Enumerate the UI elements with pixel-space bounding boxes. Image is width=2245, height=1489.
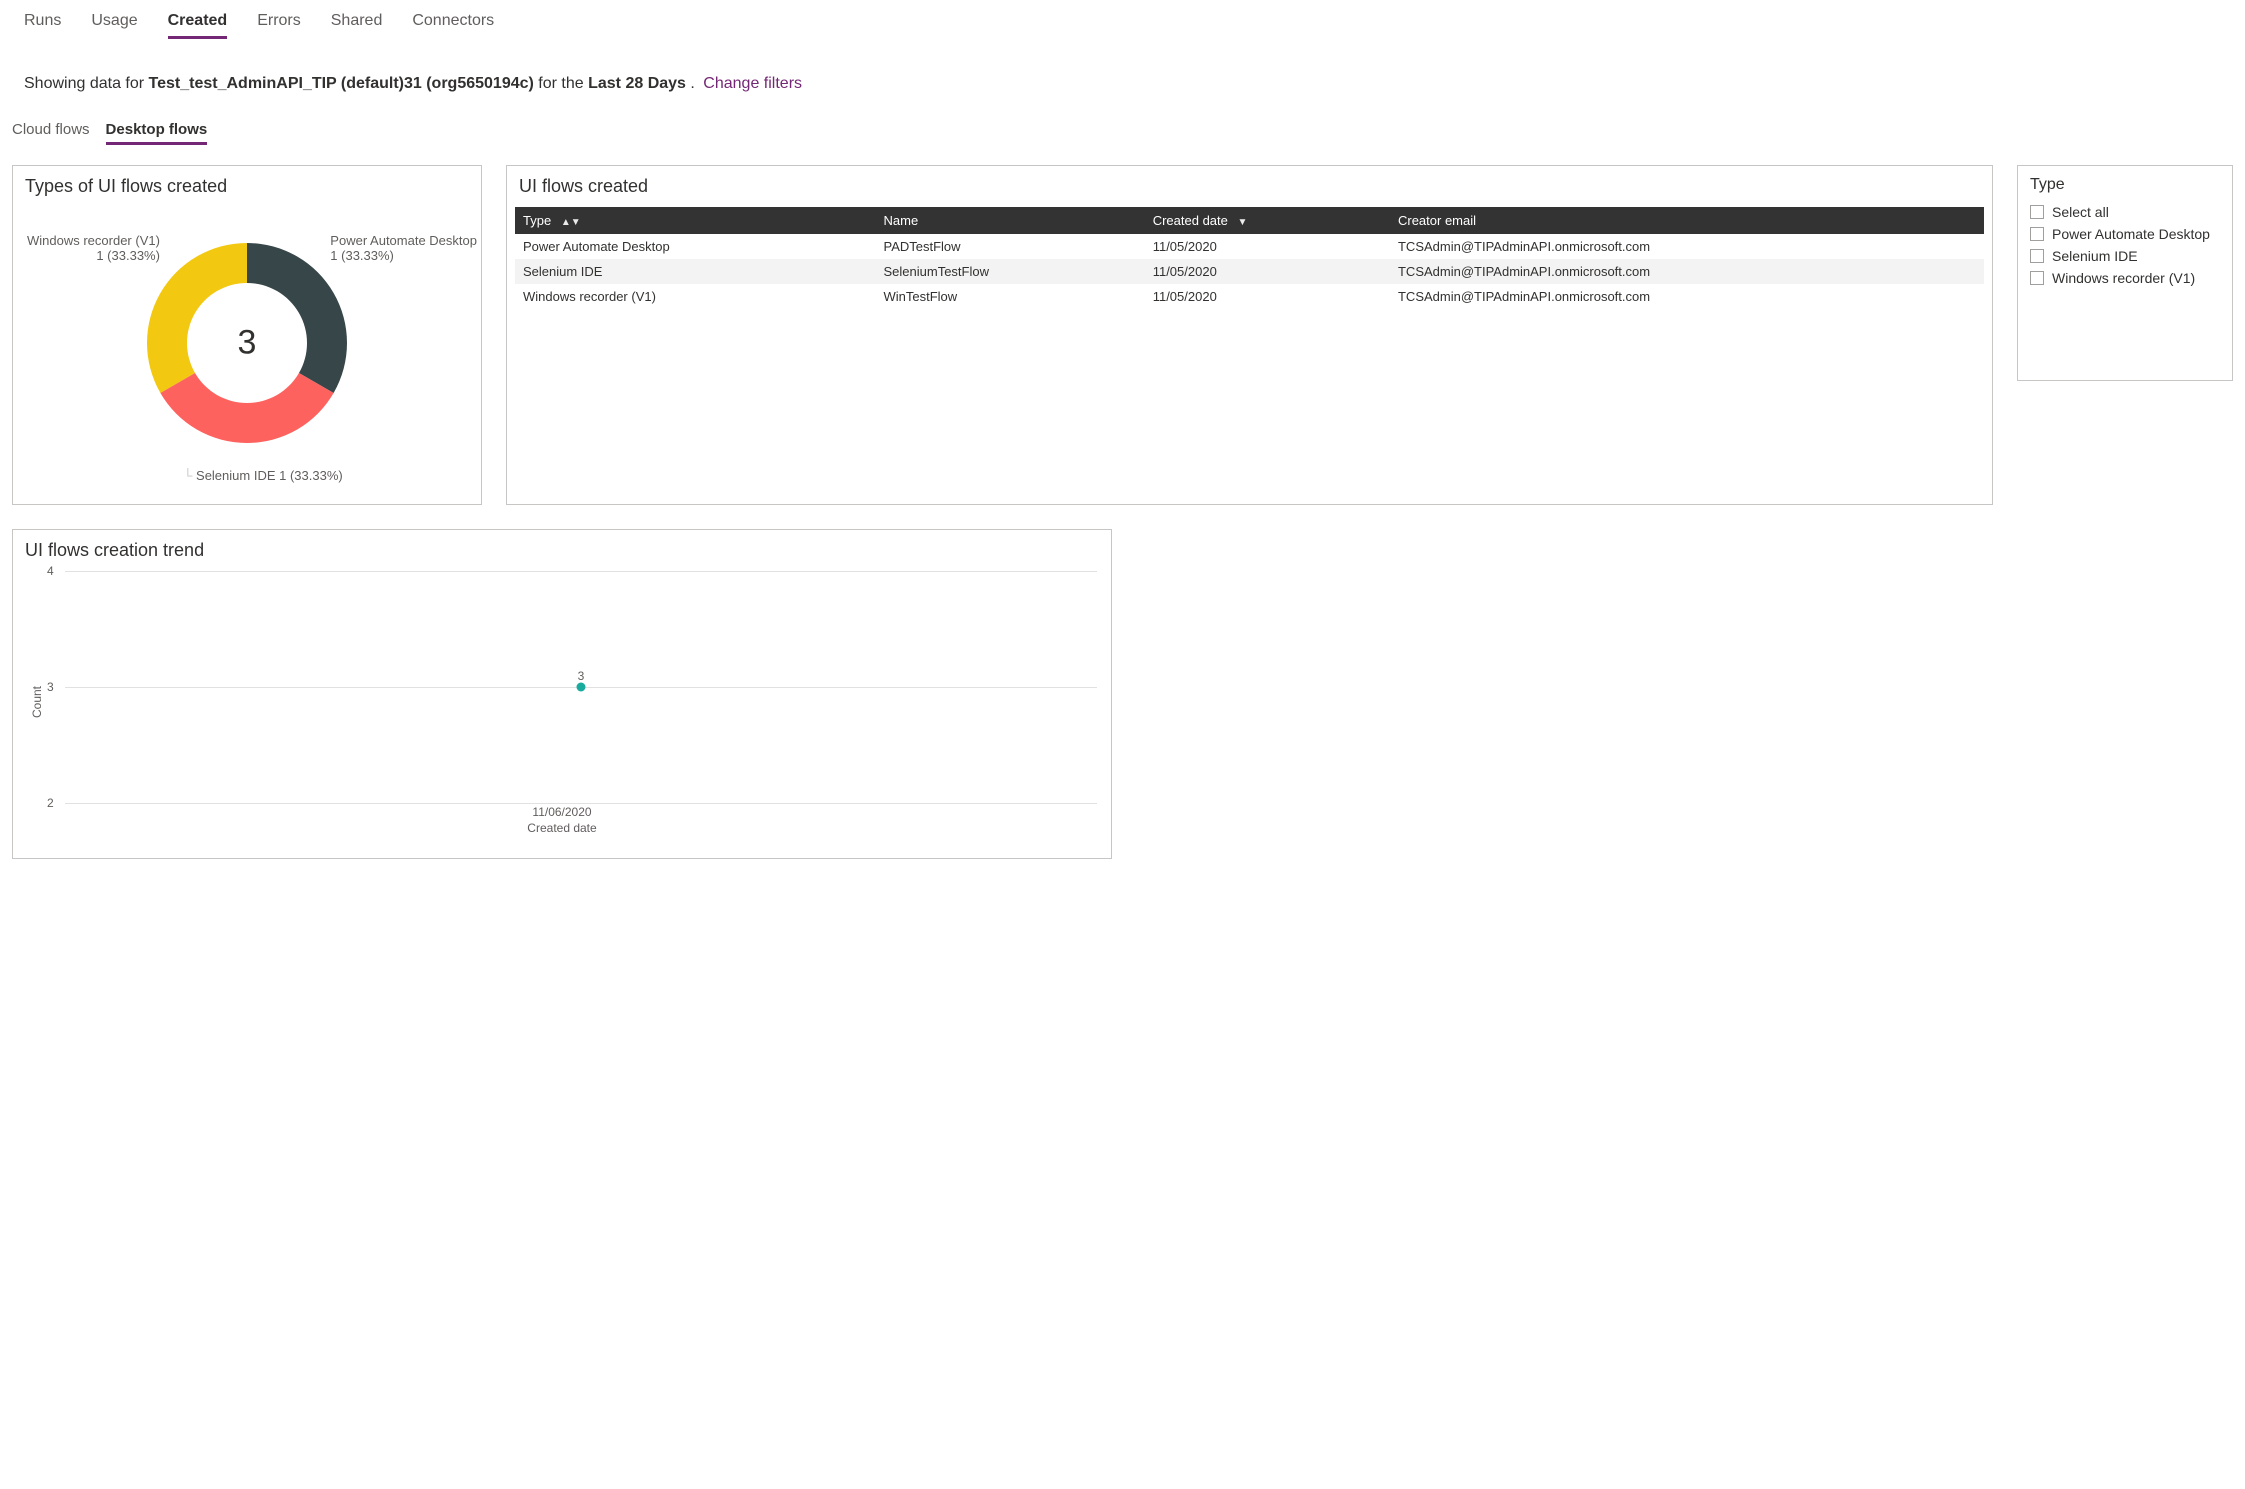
- y-axis-label: Count: [30, 686, 44, 718]
- cell-type: Windows recorder (V1): [515, 284, 876, 309]
- y-tick: 2: [47, 796, 54, 810]
- chevron-down-icon[interactable]: ▼: [1238, 217, 1248, 228]
- trend-title: UI flows creation trend: [13, 530, 1111, 567]
- top-nav-tabs: Runs Usage Created Errors Shared Connect…: [12, 8, 2233, 47]
- donut-label-windows: Windows recorder (V1) 1 (33.33%): [27, 233, 160, 263]
- ui-flows-table: Type ▲▼ Name Created date ▼ Creator emai…: [515, 207, 1984, 309]
- trend-point-label: 3: [578, 669, 585, 683]
- filter-label: Windows recorder (V1): [2052, 270, 2195, 286]
- checkbox-icon[interactable]: [2030, 227, 2044, 241]
- change-filters-link[interactable]: Change filters: [703, 75, 802, 92]
- col-header-type[interactable]: Type ▲▼: [515, 207, 876, 234]
- donut-label-pad: Power Automate Desktop 1 (33.33%): [330, 233, 477, 263]
- checkbox-icon[interactable]: [2030, 205, 2044, 219]
- filter-option-select-all[interactable]: Select all: [2030, 204, 2220, 220]
- donut-center-value: 3: [238, 324, 257, 363]
- table-row[interactable]: Selenium IDE SeleniumTestFlow 11/05/2020…: [515, 259, 1984, 284]
- donut-title: Types of UI flows created: [13, 166, 481, 203]
- cell-date: 11/05/2020: [1145, 284, 1390, 309]
- x-axis-label: Created date: [527, 821, 596, 835]
- y-tick: 4: [47, 564, 54, 578]
- subtab-desktop-flows[interactable]: Desktop flows: [106, 121, 208, 145]
- cell-date: 11/05/2020: [1145, 259, 1390, 284]
- ui-flows-created-card: UI flows created Type ▲▼ Name Created da…: [506, 165, 1993, 505]
- donut-label-selenium: └ Selenium IDE 1 (33.33%): [183, 468, 343, 483]
- cell-date: 11/05/2020: [1145, 234, 1390, 259]
- checkbox-icon[interactable]: [2030, 271, 2044, 285]
- donut-label-selenium-text: Selenium IDE 1 (33.33%): [196, 468, 343, 483]
- tab-connectors[interactable]: Connectors: [412, 12, 494, 39]
- cell-email: TCSAdmin@TIPAdminAPI.onmicrosoft.com: [1390, 234, 1984, 259]
- col-header-created-label: Created date: [1153, 213, 1228, 228]
- table-row[interactable]: Power Automate Desktop PADTestFlow 11/05…: [515, 234, 1984, 259]
- filter-option-selenium[interactable]: Selenium IDE: [2030, 248, 2220, 264]
- gridline: [65, 571, 1097, 572]
- filter-option-pad[interactable]: Power Automate Desktop: [2030, 226, 2220, 242]
- tab-errors[interactable]: Errors: [257, 12, 301, 39]
- summary-middle: for the: [538, 75, 588, 92]
- cell-name: WinTestFlow: [876, 284, 1145, 309]
- flow-type-tabs: Cloud flows Desktop flows: [12, 121, 2233, 151]
- filter-label: Selenium IDE: [2052, 248, 2138, 264]
- cell-email: TCSAdmin@TIPAdminAPI.onmicrosoft.com: [1390, 284, 1984, 309]
- summary-suffix: .: [690, 75, 699, 92]
- donut-label-pad-name: Power Automate Desktop: [330, 233, 477, 248]
- ui-flows-trend-card: UI flows creation trend Count 4 3 2 3 11…: [12, 529, 1112, 859]
- tab-runs[interactable]: Runs: [24, 12, 61, 39]
- x-tick-label: 11/06/2020: [532, 805, 591, 819]
- tab-created[interactable]: Created: [168, 12, 228, 39]
- donut-chart[interactable]: 3 Windows recorder (V1) 1 (33.33%) Power…: [13, 203, 481, 483]
- col-header-type-label: Type: [523, 213, 551, 228]
- cell-type: Power Automate Desktop: [515, 234, 876, 259]
- types-of-ui-flows-card: Types of UI flows created 3 Windows reco…: [12, 165, 482, 505]
- type-filter-card: Type Select all Power Automate Desktop S…: [2017, 165, 2233, 381]
- sort-icon[interactable]: ▲▼: [561, 217, 581, 228]
- table-row[interactable]: Windows recorder (V1) WinTestFlow 11/05/…: [515, 284, 1984, 309]
- col-header-creator-email[interactable]: Creator email: [1390, 207, 1984, 234]
- table-title: UI flows created: [507, 166, 1992, 203]
- summary-period: Last 28 Days: [588, 75, 686, 92]
- summary-text: Showing data for Test_test_AdminAPI_TIP …: [12, 47, 2233, 121]
- col-header-created-date[interactable]: Created date ▼: [1145, 207, 1390, 234]
- trend-plot-area: 4 3 2 3: [65, 571, 1097, 803]
- subtab-cloud-flows[interactable]: Cloud flows: [12, 121, 90, 145]
- tab-shared[interactable]: Shared: [331, 12, 383, 39]
- trend-chart[interactable]: Count 4 3 2 3 11/06/2020 Created date: [13, 567, 1111, 837]
- cell-name: PADTestFlow: [876, 234, 1145, 259]
- col-header-name[interactable]: Name: [876, 207, 1145, 234]
- donut-label-pad-value: 1 (33.33%): [330, 248, 477, 263]
- cell-email: TCSAdmin@TIPAdminAPI.onmicrosoft.com: [1390, 259, 1984, 284]
- filter-label: Select all: [2052, 204, 2109, 220]
- trend-data-point[interactable]: [577, 683, 586, 692]
- tab-usage[interactable]: Usage: [91, 12, 137, 39]
- gridline: [65, 803, 1097, 804]
- summary-prefix: Showing data for: [24, 75, 149, 92]
- filter-option-windows[interactable]: Windows recorder (V1): [2030, 270, 2220, 286]
- cell-type: Selenium IDE: [515, 259, 876, 284]
- filter-title: Type: [2018, 166, 2232, 200]
- y-tick: 3: [47, 680, 54, 694]
- cell-name: SeleniumTestFlow: [876, 259, 1145, 284]
- summary-environment: Test_test_AdminAPI_TIP (default)31 (org5…: [149, 75, 534, 92]
- donut-label-windows-value: 1 (33.33%): [27, 248, 160, 263]
- filter-label: Power Automate Desktop: [2052, 226, 2210, 242]
- checkbox-icon[interactable]: [2030, 249, 2044, 263]
- donut-label-windows-name: Windows recorder (V1): [27, 233, 160, 248]
